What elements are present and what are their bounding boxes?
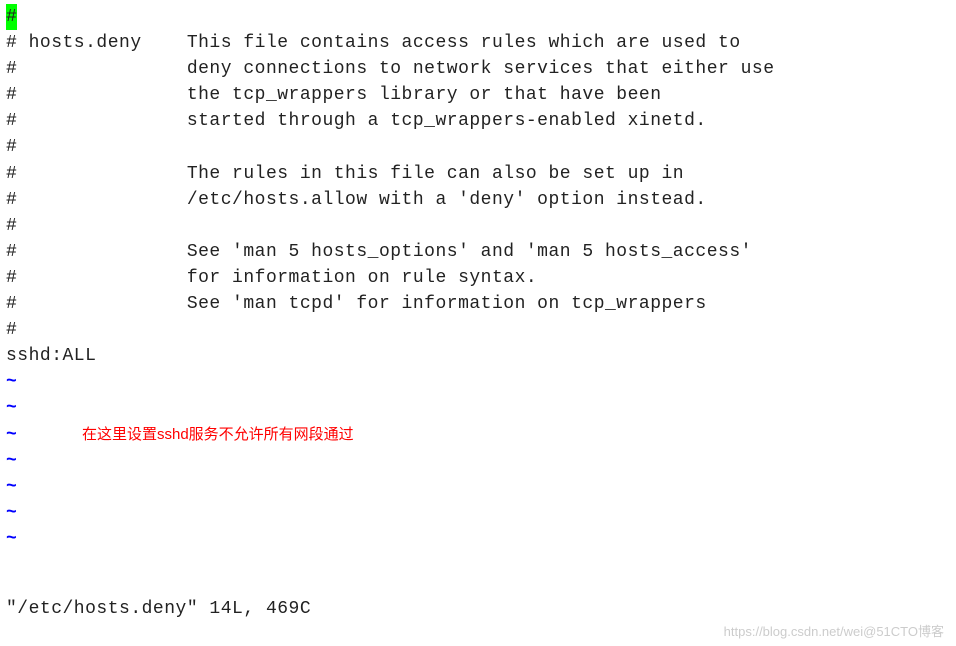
file-line: sshd:ALL (6, 343, 950, 369)
watermark-text: https://blog.csdn.net/wei@51CTO博客 (724, 623, 944, 642)
status-line: "/etc/hosts.deny" 14L, 469C (6, 596, 311, 622)
file-line: # The rules in this file can also be set… (6, 161, 950, 187)
tilde-line: ~ (6, 448, 950, 474)
file-line: # (6, 213, 950, 239)
tilde-line: ~ (6, 395, 950, 421)
cursor-block: # (6, 4, 17, 30)
file-line: # deny connections to network services t… (6, 56, 950, 82)
tilde-line: ~ (6, 500, 950, 526)
tilde-line: ~ (6, 474, 950, 500)
file-line: # started through a tcp_wrappers-enabled… (6, 108, 950, 134)
editor-content[interactable]: # # hosts.deny This file contains access… (6, 4, 950, 552)
file-line-cursor: # (6, 4, 950, 30)
file-line: # the tcp_wrappers library or that have … (6, 82, 950, 108)
tilde-line: ~ (6, 526, 950, 552)
file-line: # (6, 317, 950, 343)
tilde-line: ~ (6, 369, 950, 395)
annotation-text: 在这里设置sshd服务不允许所有网段通过 (82, 424, 354, 446)
file-line: # (6, 134, 950, 160)
file-line: # hosts.deny This file contains access r… (6, 30, 950, 56)
file-line: # /etc/hosts.allow with a 'deny' option … (6, 187, 950, 213)
file-line: # See 'man 5 hosts_options' and 'man 5 h… (6, 239, 950, 265)
file-line: # for information on rule syntax. (6, 265, 950, 291)
file-line: # See 'man tcpd' for information on tcp_… (6, 291, 950, 317)
